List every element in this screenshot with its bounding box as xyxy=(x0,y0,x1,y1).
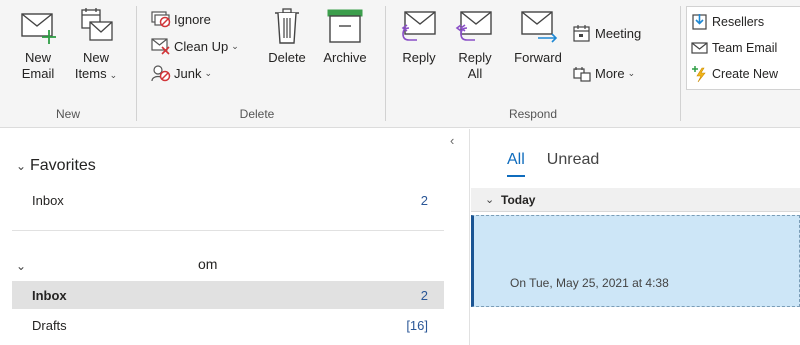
archive-icon xyxy=(327,9,363,43)
collapse-pane-icon[interactable]: ‹ xyxy=(450,133,454,148)
group-header-label: Today xyxy=(501,192,536,207)
chevron-down-icon: ⌄ xyxy=(16,259,27,273)
new-items-button[interactable]: New Items ⌄ xyxy=(68,6,124,83)
new-items-label-1: New xyxy=(82,50,109,65)
chevron-down-icon: ⌄ xyxy=(627,67,636,78)
email-icon xyxy=(691,42,708,54)
quick-steps-gallery: Resellers Team Email Create New xyxy=(686,6,800,90)
quick-step-label: Resellers xyxy=(712,15,765,29)
clean-up-label: Clean Up xyxy=(174,38,229,54)
new-email-label-1: New xyxy=(24,50,51,65)
new-items-label-text: Items xyxy=(74,66,107,81)
junk-label: Junk xyxy=(174,65,202,81)
reply-all-label-1: Reply xyxy=(458,50,492,65)
chevron-down-icon: ⌄ xyxy=(109,70,118,80)
archive-button[interactable]: Archive xyxy=(317,6,373,66)
draft-count: [16] xyxy=(406,317,428,333)
ribbon-group-new: New Email New Items ⌄ New xyxy=(0,0,136,128)
message-item-selected[interactable]: On Tue, May 25, 2021 at 4:38 xyxy=(471,215,800,307)
group-header-today[interactable]: ⌄ Today xyxy=(471,188,800,212)
new-items-icon xyxy=(81,8,113,41)
unread-count: 2 xyxy=(420,192,428,208)
message-date: On Tue, May 25, 2021 at 4:38 xyxy=(510,276,669,290)
chevron-down-icon: ⌄ xyxy=(204,67,213,78)
ignore-label: Ignore xyxy=(174,11,211,27)
meeting-button[interactable]: Meeting xyxy=(572,22,641,44)
reply-all-icon xyxy=(455,11,492,41)
ribbon-group-delete: Ignore Clean Up ⌄ Junk ⌄ Delete Archive … xyxy=(137,0,377,128)
unread-count: 2 xyxy=(420,287,428,303)
favorites-title: Favorites xyxy=(30,157,96,174)
folder-item-drafts[interactable]: Drafts [16] xyxy=(12,311,444,339)
move-to-folder-icon xyxy=(692,14,707,30)
message-filter-tabs: All Unread xyxy=(507,151,621,177)
lightning-icon xyxy=(692,66,706,83)
group-label-respond: Respond xyxy=(508,107,558,121)
reply-label: Reply xyxy=(402,50,436,65)
folder-name: Inbox xyxy=(32,287,67,303)
junk-icon xyxy=(151,65,171,82)
ribbon: New Email New Items ⌄ New Ignore Clean U… xyxy=(0,0,800,128)
folder-name: Drafts xyxy=(32,317,67,333)
folder-pane: ‹ ⌄ Favorites Inbox 2 ⌄ om Inbox 2 Draft… xyxy=(0,129,470,345)
reply-button[interactable]: Reply xyxy=(396,6,442,66)
folder-name: Inbox xyxy=(32,192,64,208)
folder-item-inbox[interactable]: Inbox 2 xyxy=(12,281,444,309)
calendar-icon xyxy=(573,25,590,42)
forward-button[interactable]: Forward xyxy=(508,6,568,66)
account-name: om xyxy=(198,256,218,272)
ignore-button[interactable]: Ignore xyxy=(151,8,211,30)
group-label-delete: Delete xyxy=(239,107,275,121)
quick-step-label: Team Email xyxy=(712,41,778,55)
delete-label: Delete xyxy=(268,50,306,65)
quick-step-resellers[interactable]: Resellers xyxy=(691,11,764,33)
favorites-item-inbox[interactable]: Inbox 2 xyxy=(12,186,444,214)
junk-button[interactable]: Junk ⌄ xyxy=(151,62,212,84)
chevron-down-icon: ⌄ xyxy=(231,40,239,51)
ribbon-group-respond: Reply Reply All Forward Meeting More ⌄ R… xyxy=(386,0,680,128)
forward-icon xyxy=(521,11,558,43)
trash-icon xyxy=(275,8,299,44)
new-email-label-2: Email xyxy=(21,66,55,81)
more-label: More xyxy=(595,65,625,81)
pane-divider xyxy=(12,230,444,231)
reply-all-button[interactable]: Reply All xyxy=(452,6,498,82)
delete-button[interactable]: Delete xyxy=(263,6,311,66)
tab-unread[interactable]: Unread xyxy=(547,151,599,169)
new-email-button[interactable]: New Email xyxy=(14,6,62,82)
archive-label: Archive xyxy=(323,50,367,65)
quick-step-label: Create New xyxy=(712,67,778,81)
favorites-header[interactable]: ⌄ Favorites xyxy=(16,157,96,175)
chevron-down-icon: ⌄ xyxy=(485,194,495,206)
reply-all-label-2: All xyxy=(467,66,483,81)
quick-step-create-new[interactable]: Create New xyxy=(691,63,778,85)
ribbon-divider xyxy=(680,6,681,121)
group-label-new: New xyxy=(55,107,80,121)
chevron-down-icon: ⌄ xyxy=(16,159,27,173)
clean-up-icon xyxy=(151,38,170,55)
new-email-icon xyxy=(21,13,56,44)
account-header[interactable]: ⌄ om xyxy=(16,256,446,276)
clean-up-button[interactable]: Clean Up ⌄ xyxy=(151,35,239,57)
more-button[interactable]: More ⌄ xyxy=(572,62,635,84)
quick-step-team-email[interactable]: Team Email xyxy=(691,37,777,59)
meeting-label: Meeting xyxy=(595,25,642,41)
ignore-icon xyxy=(151,11,171,28)
reply-icon xyxy=(401,11,436,41)
forward-label: Forward xyxy=(514,50,562,65)
more-icon xyxy=(573,67,591,82)
tab-all[interactable]: All xyxy=(507,151,525,177)
new-items-label-2: Items ⌄ xyxy=(68,66,124,83)
message-list: All Unread ⌄ Today On Tue, May 25, 2021 … xyxy=(471,129,800,345)
